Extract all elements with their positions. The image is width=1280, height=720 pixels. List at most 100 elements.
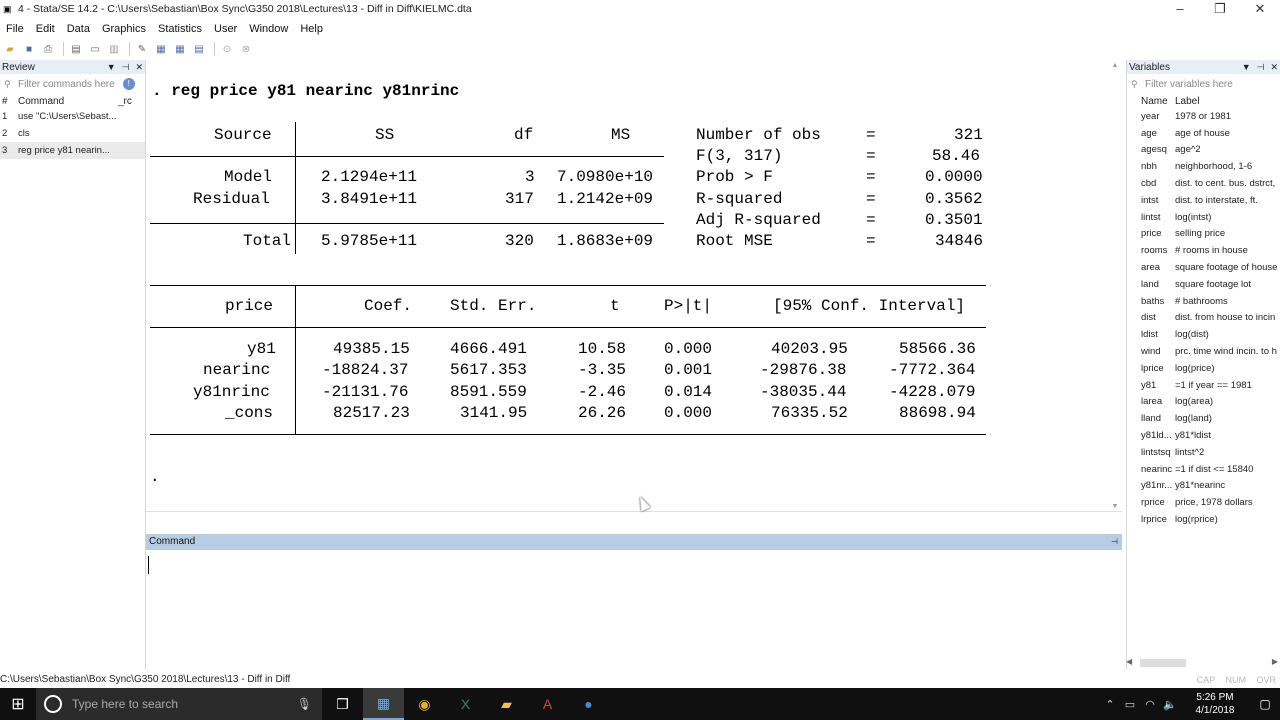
info-icon[interactable]: ! <box>122 78 135 90</box>
data-browser-icon[interactable]: ▦ <box>172 42 188 56</box>
variable-row[interactable]: lland log(land) <box>1127 410 1280 427</box>
pin-icon[interactable]: ⊣ <box>122 62 130 73</box>
review-item[interactable]: 3 reg price y81 nearin... <box>0 142 145 159</box>
filter-icon[interactable]: ▼ <box>1242 62 1251 73</box>
task-view-icon[interactable]: ❐ <box>322 688 363 720</box>
variable-row[interactable]: lintst log(intst) <box>1127 209 1280 226</box>
menu-user[interactable]: User <box>208 23 243 35</box>
variable-row[interactable]: lrprice log(rprice) <box>1127 511 1280 528</box>
variable-row[interactable]: lintstsq lintst^2 <box>1127 444 1280 461</box>
graph-icon[interactable]: ▥ <box>106 42 122 56</box>
volume-icon[interactable]: 🔈 <box>1160 698 1180 711</box>
scroll-thumb[interactable] <box>1140 659 1186 667</box>
stata-taskbar-icon[interactable]: ▦ <box>363 688 404 720</box>
minimize-button[interactable]: – <box>1160 0 1200 18</box>
variable-name: cbd <box>1141 178 1157 190</box>
review-columns: # Command _rc <box>2 95 132 107</box>
windows-start-icon[interactable]: ⊞ <box>0 688 36 720</box>
variable-row[interactable]: agesq age^2 <box>1127 142 1280 159</box>
variables-hscrollbar[interactable]: ◀ ▶ <box>1126 657 1280 669</box>
stat-eq: = <box>866 126 876 144</box>
menu-window[interactable]: Window <box>243 23 294 35</box>
close-icon[interactable]: ✕ <box>135 62 143 73</box>
search-icon: ⚲ <box>1131 78 1138 89</box>
variable-label: selling price <box>1175 228 1226 240</box>
col-command[interactable]: Command <box>18 96 118 107</box>
review-filter-input[interactable]: Filter commands here <box>18 79 115 90</box>
variable-row[interactable]: lprice log(price) <box>1127 360 1280 377</box>
variable-row[interactable]: wind prc. time wind incin. to h <box>1127 343 1280 360</box>
variables-filter[interactable]: ⚲ Filter variables here <box>1127 74 1280 94</box>
open-icon[interactable]: ▰ <box>2 42 18 56</box>
col-name[interactable]: Name <box>1141 96 1175 107</box>
menu-data[interactable]: Data <box>61 23 96 35</box>
variable-row[interactable]: nearinc =1 if dist <= 15840 <box>1127 461 1280 478</box>
log-icon[interactable]: ▤ <box>68 42 84 56</box>
taskbar-search[interactable]: Type here to search 🎙 <box>36 688 322 720</box>
review-filter[interactable]: ⚲ Filter commands here ! <box>0 74 145 94</box>
variable-row[interactable]: rprice price, 1978 dollars <box>1127 494 1280 511</box>
variable-row[interactable]: y81ld... y81*ldist <box>1127 427 1280 444</box>
variable-row[interactable]: baths # bathrooms <box>1127 293 1280 310</box>
stat-label: F(3, 317) <box>696 147 783 165</box>
file-explorer-icon[interactable]: ▰ <box>486 688 527 720</box>
notifications-icon[interactable]: ▢ <box>1250 697 1280 711</box>
variable-row[interactable]: nbh neighborhood, 1-6 <box>1127 158 1280 175</box>
network-icon[interactable]: ◠ <box>1140 698 1160 711</box>
review-item[interactable]: 2 cls <box>0 125 145 142</box>
variable-row[interactable]: intst dist. to interstate, ft. <box>1127 192 1280 209</box>
pin-icon[interactable]: ⊣ <box>1111 534 1118 550</box>
variables-filter-input[interactable]: Filter variables here <box>1145 79 1233 90</box>
close-button[interactable]: ✕ <box>1240 0 1280 18</box>
scroll-left-icon[interactable]: ◀ <box>1126 657 1132 666</box>
coef-lo: 40203.95 <box>771 340 848 358</box>
variable-row[interactable]: rooms # rooms in house <box>1127 242 1280 259</box>
col-rc[interactable]: _rc <box>118 96 132 107</box>
print-icon[interactable]: ⎙ <box>40 42 56 56</box>
show-hidden-icons-icon[interactable]: ⌃ <box>1100 698 1120 711</box>
menu-statistics[interactable]: Statistics <box>152 23 208 35</box>
menu-file[interactable]: File <box>0 23 30 35</box>
review-header: Review ▼ ⊣ ✕ <box>0 60 145 74</box>
menu-edit[interactable]: Edit <box>30 23 61 35</box>
excel-icon[interactable]: X <box>445 688 486 720</box>
maximize-button[interactable]: ❐ <box>1200 0 1240 18</box>
variable-row[interactable]: age age of house <box>1127 125 1280 142</box>
break-icon[interactable]: ⊗ <box>238 42 254 56</box>
variable-row[interactable]: cbd dist. to cent. bus. dstrct, <box>1127 175 1280 192</box>
pin-icon[interactable]: ⊣ <box>1257 62 1265 73</box>
variable-row[interactable]: area square footage of house <box>1127 259 1280 276</box>
variables-manager-icon[interactable]: ▤ <box>191 42 207 56</box>
microphone-icon[interactable]: 🎙 <box>297 697 312 711</box>
coef-header-se: Std. Err. <box>450 297 537 315</box>
col-label[interactable]: Label <box>1175 96 1199 107</box>
clock[interactable]: 5:26 PM 4/1/2018 <box>1180 691 1250 717</box>
menu-help[interactable]: Help <box>294 23 329 35</box>
battery-icon[interactable]: ▭ <box>1120 698 1140 711</box>
variable-row[interactable]: y81 =1 if year == 1981 <box>1127 377 1280 394</box>
filter-icon[interactable]: ▼ <box>107 62 116 73</box>
variable-row[interactable]: dist dist. from house to incin <box>1127 310 1280 327</box>
scroll-down-icon[interactable]: ▼ <box>1110 503 1120 510</box>
review-item[interactable]: 1 use "C:\Users\Sebast... <box>0 108 145 125</box>
command-input[interactable] <box>146 550 1122 670</box>
viewer-icon[interactable]: ▭ <box>87 42 103 56</box>
acrobat-icon[interactable]: A <box>527 688 568 720</box>
do-file-editor-icon[interactable]: ✎ <box>134 42 150 56</box>
save-icon[interactable]: ■ <box>21 42 37 56</box>
variable-row[interactable]: year 1978 or 1981 <box>1127 108 1280 125</box>
data-editor-icon[interactable]: ▦ <box>153 42 169 56</box>
close-icon[interactable]: ✕ <box>1270 62 1278 73</box>
menu-graphics[interactable]: Graphics <box>96 23 152 35</box>
results-scrollbar[interactable]: ▲ ▼ <box>1110 62 1120 510</box>
scroll-up-icon[interactable]: ▲ <box>1110 62 1120 69</box>
scroll-right-icon[interactable]: ▶ <box>1272 657 1278 666</box>
variable-row[interactable]: larea log(area) <box>1127 394 1280 411</box>
more-icon[interactable]: ⊙ <box>219 42 235 56</box>
webex-icon[interactable]: ● <box>568 688 609 720</box>
variable-row[interactable]: ldist log(dist) <box>1127 326 1280 343</box>
variable-row[interactable]: price selling price <box>1127 226 1280 243</box>
variable-row[interactable]: land square footage lot <box>1127 276 1280 293</box>
variable-row[interactable]: y81nr... y81*nearinc <box>1127 478 1280 495</box>
chrome-icon[interactable]: ◉ <box>404 688 445 720</box>
